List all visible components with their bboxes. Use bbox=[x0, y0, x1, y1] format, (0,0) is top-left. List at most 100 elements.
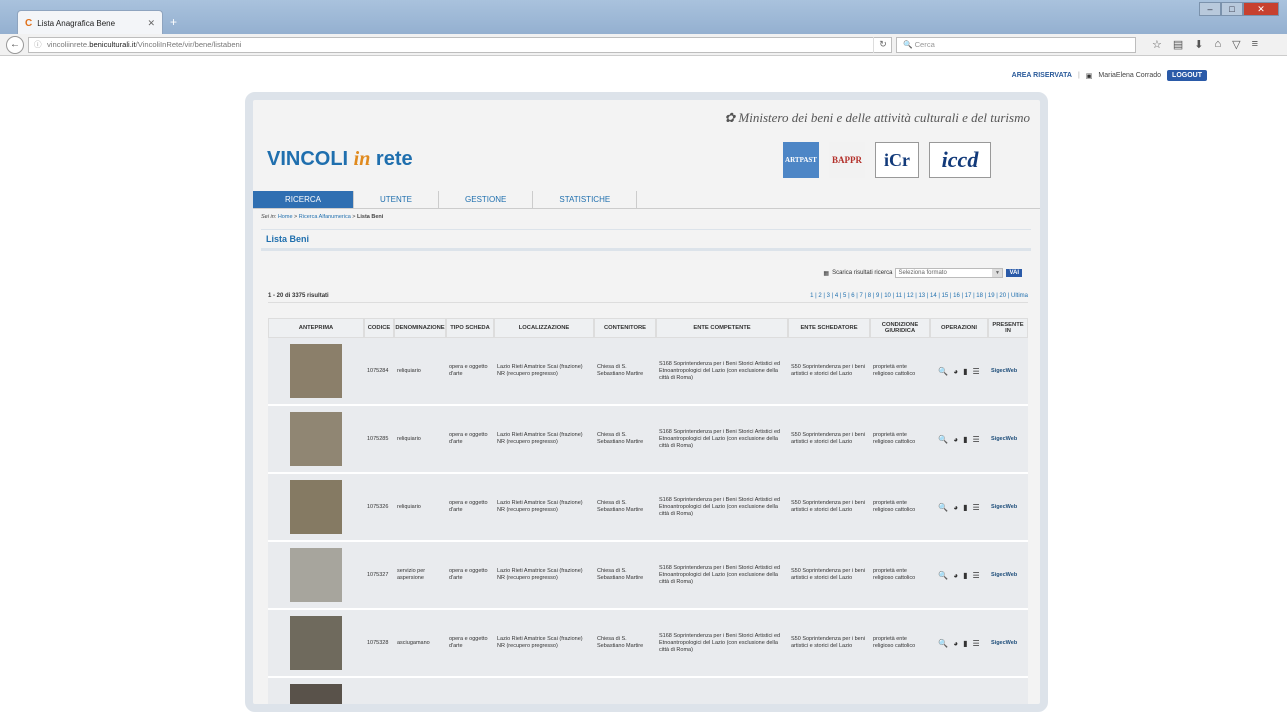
table-row[interactable]: 1075326 reliquiario opera e oggetto d'arte… bbox=[268, 474, 1028, 542]
minimize-icon[interactable]: – bbox=[1199, 2, 1221, 16]
window-controls: – □ ✕ bbox=[1199, 2, 1279, 16]
download-icon[interactable]: ⬇ bbox=[1194, 38, 1203, 51]
list-icon[interactable]: ☰ bbox=[973, 435, 980, 443]
list-icon[interactable]: ☰ bbox=[973, 503, 980, 511]
breadcrumb: Sei in: Home > Ricerca Alfanumerica > Li… bbox=[261, 214, 384, 220]
map-icon[interactable]: ◕ bbox=[953, 571, 958, 579]
magnifier-icon[interactable]: 🔍 bbox=[938, 503, 948, 511]
go-button[interactable]: VAI bbox=[1006, 269, 1022, 277]
url-bar[interactable]: ⓘ vincoliinrete.beniculturali.it/Vincoli… bbox=[28, 37, 892, 53]
cell-sched: S50 Soprintendenza per i bbox=[788, 678, 870, 704]
preview-cell bbox=[268, 406, 364, 474]
map-icon[interactable]: ◕ bbox=[953, 503, 958, 511]
table-row[interactable]: 1075285 reliquiario opera e oggetto d'arte… bbox=[268, 406, 1028, 474]
menu-item-ricerca[interactable]: RICERCA bbox=[253, 191, 355, 208]
main-menu: RICERCA UTENTE GESTIONE STATISTICHE bbox=[253, 191, 1040, 209]
col-anteprima[interactable]: ANTEPRIMA bbox=[268, 318, 364, 338]
col-ente-schedatore[interactable]: ENTE SCHEDATORE bbox=[788, 318, 870, 338]
url-domain: beniculturali.it bbox=[89, 40, 136, 49]
cell-codice: 1075285 bbox=[364, 406, 394, 474]
document-icon[interactable]: ▮ bbox=[963, 639, 967, 647]
preview-image[interactable] bbox=[290, 344, 342, 398]
magnifier-icon[interactable]: 🔍 bbox=[938, 571, 948, 579]
artpast-logo: ARTPAST bbox=[783, 142, 819, 178]
pagination[interactable]: 1 | 2 | 3 | 4 | 5 | 6 | 7 | 8 | 9 | 10 |… bbox=[810, 293, 1028, 302]
chevron-down-icon: ▼ bbox=[992, 269, 1003, 277]
tab-bar: C Lista Anagrafica Bene ✕ + – □ ✕ bbox=[0, 0, 1287, 35]
new-tab-icon[interactable]: + bbox=[170, 15, 177, 29]
document-icon[interactable]: ▮ bbox=[963, 367, 967, 375]
cell-tipo: opera e oggetto d'arte bbox=[446, 610, 494, 678]
format-select[interactable]: Seleziona formato ▼ bbox=[895, 268, 1004, 278]
icr-logo: iCr bbox=[875, 142, 919, 178]
document-icon[interactable]: ▮ bbox=[963, 503, 967, 511]
preview-image[interactable] bbox=[290, 548, 342, 602]
cell-loc: Lazio Rieti Amatrice Scai bbox=[494, 678, 594, 704]
list-icon[interactable]: ☰ bbox=[973, 639, 980, 647]
table-row[interactable]: opera e Lazio Rieti Amatrice Scai S168 Sop… bbox=[268, 678, 1028, 704]
table-row[interactable]: 1075327 servizio per aspersione opera e og… bbox=[268, 542, 1028, 610]
table-row[interactable]: 1075284 reliquiario opera e oggetto d'arte… bbox=[268, 338, 1028, 406]
title-part-b: rete bbox=[370, 148, 413, 170]
list-icon[interactable]: ☰ bbox=[973, 367, 980, 375]
browser-chrome: C Lista Anagrafica Bene ✕ + – □ ✕ ← ⓘ vi… bbox=[0, 0, 1287, 56]
preview-cell bbox=[268, 610, 364, 678]
back-icon[interactable]: ← bbox=[6, 36, 24, 54]
magnifier-icon[interactable]: 🔍 bbox=[938, 435, 948, 443]
maximize-icon[interactable]: □ bbox=[1221, 2, 1243, 16]
reserved-area-link[interactable]: AREA RISERVATA bbox=[1012, 72, 1072, 79]
home-icon[interactable]: ⌂ bbox=[1215, 38, 1222, 51]
col-condizione[interactable]: CONDIZIONE GIURIDICA bbox=[870, 318, 930, 338]
cell-cond: proprietà ente religioso cattolico bbox=[870, 474, 930, 542]
magnifier-icon[interactable]: 🔍 bbox=[938, 639, 948, 647]
col-ente-competente[interactable]: ENTE COMPETENTE bbox=[656, 318, 788, 338]
col-localizzazione[interactable]: LOCALIZZAZIONE bbox=[494, 318, 594, 338]
cell-ente: S168 Soprintendenza per i Beni Storici bbox=[656, 678, 788, 704]
search-input[interactable]: 🔍 Cerca bbox=[896, 37, 1136, 53]
breadcrumb-search[interactable]: Ricerca Alfanumerica bbox=[299, 214, 351, 220]
map-icon[interactable]: ◕ bbox=[953, 367, 958, 375]
bookmark-star-icon[interactable]: ☆ bbox=[1152, 38, 1162, 51]
cell-pres: SigecWeb bbox=[988, 542, 1028, 610]
preview-image[interactable] bbox=[290, 616, 342, 670]
menu-item-utente[interactable]: UTENTE bbox=[354, 191, 440, 208]
menu-icon[interactable]: ≡ bbox=[1252, 38, 1258, 51]
cell-loc: Lazio Rieti Amatrice Scai (frazione) NR … bbox=[494, 338, 594, 406]
magnifier-icon[interactable]: 🔍 bbox=[938, 367, 948, 375]
col-denominazione[interactable]: DENOMINAZIONE bbox=[394, 318, 446, 338]
col-contenitore[interactable]: CONTENITORE bbox=[594, 318, 656, 338]
col-operazioni: OPERAZIONI bbox=[930, 318, 988, 338]
browser-tab[interactable]: C Lista Anagrafica Bene ✕ bbox=[17, 10, 163, 35]
pocket-icon[interactable]: ▽ bbox=[1232, 38, 1240, 51]
reading-list-icon[interactable]: ▤ bbox=[1173, 38, 1183, 51]
cell-loc: Lazio Rieti Amatrice Scai (frazione) NR … bbox=[494, 406, 594, 474]
list-icon[interactable]: ☰ bbox=[973, 571, 980, 579]
cell-codice: 1075327 bbox=[364, 542, 394, 610]
breadcrumb-home[interactable]: Home bbox=[278, 214, 293, 220]
ministry-text: Ministero dei beni e delle attività cult… bbox=[738, 110, 1030, 125]
operations-cell: 🔍 ◕ ▮ ☰ bbox=[930, 338, 988, 406]
close-tab-icon[interactable]: ✕ bbox=[147, 18, 155, 29]
document-icon[interactable]: ▮ bbox=[963, 435, 967, 443]
map-icon[interactable]: ◕ bbox=[953, 435, 958, 443]
cell-sched: S50 Soprintendenza per i beni artistici … bbox=[788, 474, 870, 542]
table-row[interactable]: 1075328 asciugamano opera e oggetto d'arte… bbox=[268, 610, 1028, 678]
url-path: /VincoliInRete/vir/bene/listabeni bbox=[135, 40, 242, 49]
cell-tipo: opera e oggetto d'arte bbox=[446, 338, 494, 406]
col-codice[interactable]: CODICE bbox=[364, 318, 394, 338]
menu-item-gestione[interactable]: GESTIONE bbox=[439, 191, 534, 208]
cell-cond: proprietà ente religioso cattolico bbox=[870, 542, 930, 610]
document-icon[interactable]: ▮ bbox=[963, 571, 967, 579]
menu-item-statistiche[interactable]: STATISTICHE bbox=[533, 191, 638, 208]
cell-den: reliquiario bbox=[394, 338, 446, 406]
window-close-icon[interactable]: ✕ bbox=[1243, 2, 1279, 16]
col-tipo-scheda[interactable]: TIPO SCHEDA bbox=[446, 318, 494, 338]
preview-image[interactable] bbox=[290, 412, 342, 466]
preview-image[interactable] bbox=[290, 684, 342, 704]
map-icon[interactable]: ◕ bbox=[953, 639, 958, 647]
reload-icon[interactable]: ↻ bbox=[873, 37, 892, 53]
results-bar: 1 - 20 di 3375 risultati 1 | 2 | 3 | 4 |… bbox=[268, 293, 1028, 303]
info-icon[interactable]: ⓘ bbox=[34, 38, 42, 52]
logout-button[interactable]: LOGOUT bbox=[1167, 70, 1207, 81]
preview-image[interactable] bbox=[290, 480, 342, 534]
